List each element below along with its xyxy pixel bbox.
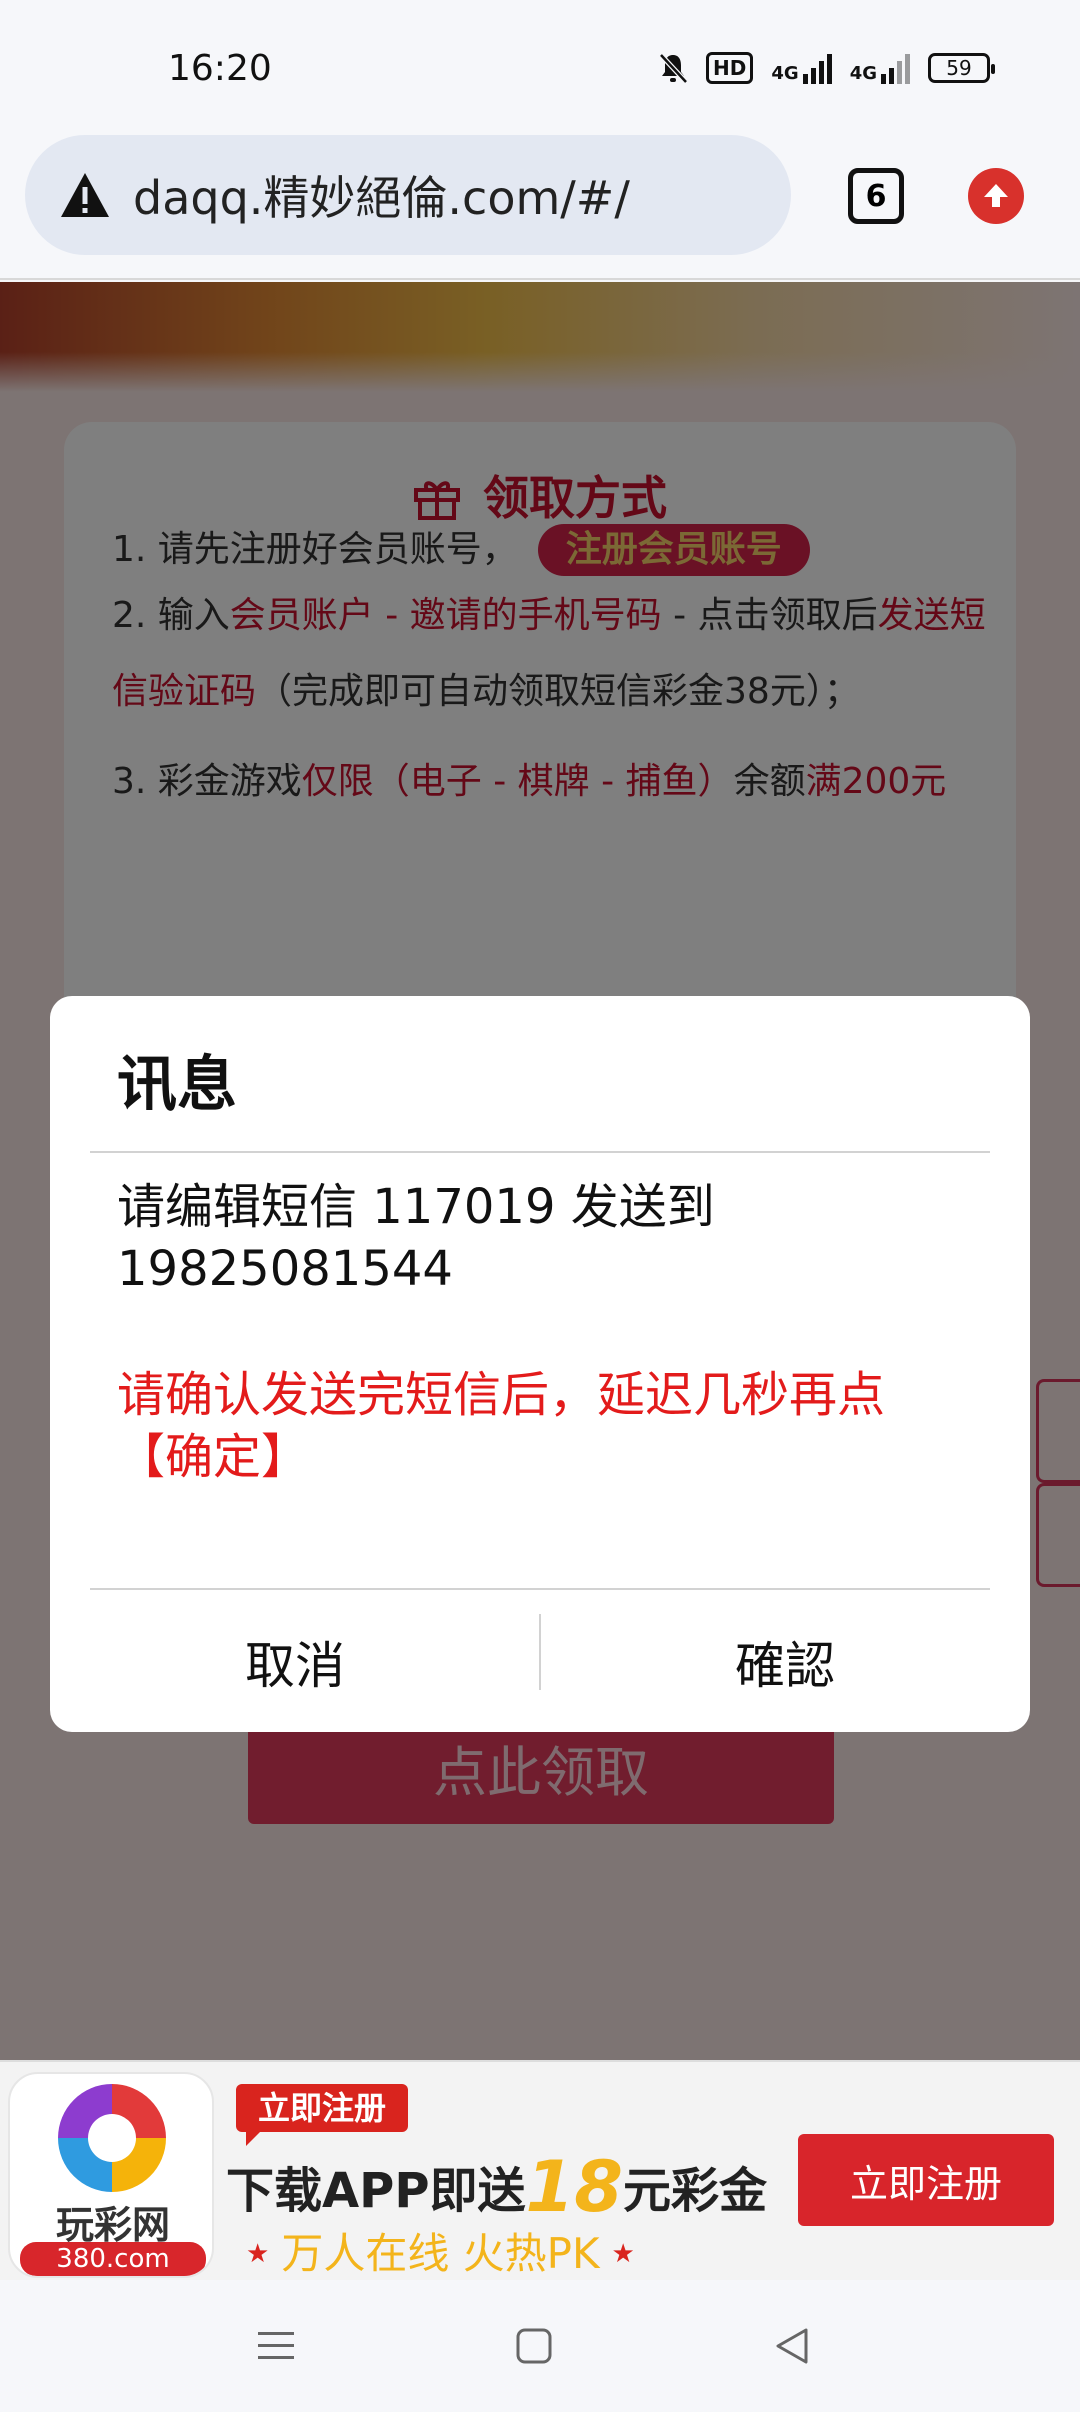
logo-ring-icon [58,2084,166,2192]
dialog-title: 讯息 [117,1050,237,1120]
warning-icon[interactable] [59,171,111,219]
divider [90,1588,990,1590]
back-icon[interactable] [762,2320,822,2372]
bell-muted-icon [659,53,688,84]
dialog-warning: 请确认发送完短信后，延迟几秒再点【确定】 [117,1367,886,1485]
ad-banner[interactable]: 玩彩网 380.com 立即注册 下载APP即送18元彩金 ★ 万人在线 火热PK… [0,2060,1080,2280]
hd-icon: HD [706,52,754,84]
ad-register-button[interactable]: 立即注册 [798,2134,1054,2226]
star-icon: ★ [611,2239,635,2269]
ad-headline: 下载APP即送18元彩金 [226,2146,767,2228]
star-icon: ★ [246,2239,270,2269]
cancel-button[interactable]: 取消 [50,1592,540,1732]
app-logo: 玩彩网 380.com [8,2072,214,2278]
menu-icon[interactable] [246,2320,306,2372]
ad-tag: 立即注册 [236,2084,409,2146]
confirm-button[interactable]: 確認 [540,1592,1030,1732]
status-time: 16:20 [168,48,272,89]
browser-toolbar: daqq.精妙絕倫.com/#/ 6 [0,130,1080,280]
tab-switcher-button[interactable]: 6 [848,168,904,224]
divider [90,1151,990,1153]
battery-icon: 59 [928,53,995,83]
arrow-up-icon[interactable] [968,168,1024,224]
home-icon[interactable] [504,2320,564,2372]
status-bar: 16:20 HD 4G 4G 59 [0,0,1080,130]
status-icons: HD 4G 4G 59 [658,52,995,84]
system-nav-bar [0,2280,1080,2412]
signal-4g-icon: 4G [771,52,832,84]
signal-4g-icon: 4G [850,52,910,84]
address-bar[interactable]: daqq.精妙絕倫.com/#/ [25,135,791,255]
ad-subline: ★ 万人在线 火热PK ★ [246,2229,635,2278]
message-dialog: 讯息 请编辑短信 117019 发送到 19825081544 请确认发送完短信… [50,996,1030,1732]
dialog-message: 请编辑短信 117019 发送到 19825081544 [117,1179,715,1297]
url-text[interactable]: daqq.精妙絕倫.com/#/ [133,162,630,228]
